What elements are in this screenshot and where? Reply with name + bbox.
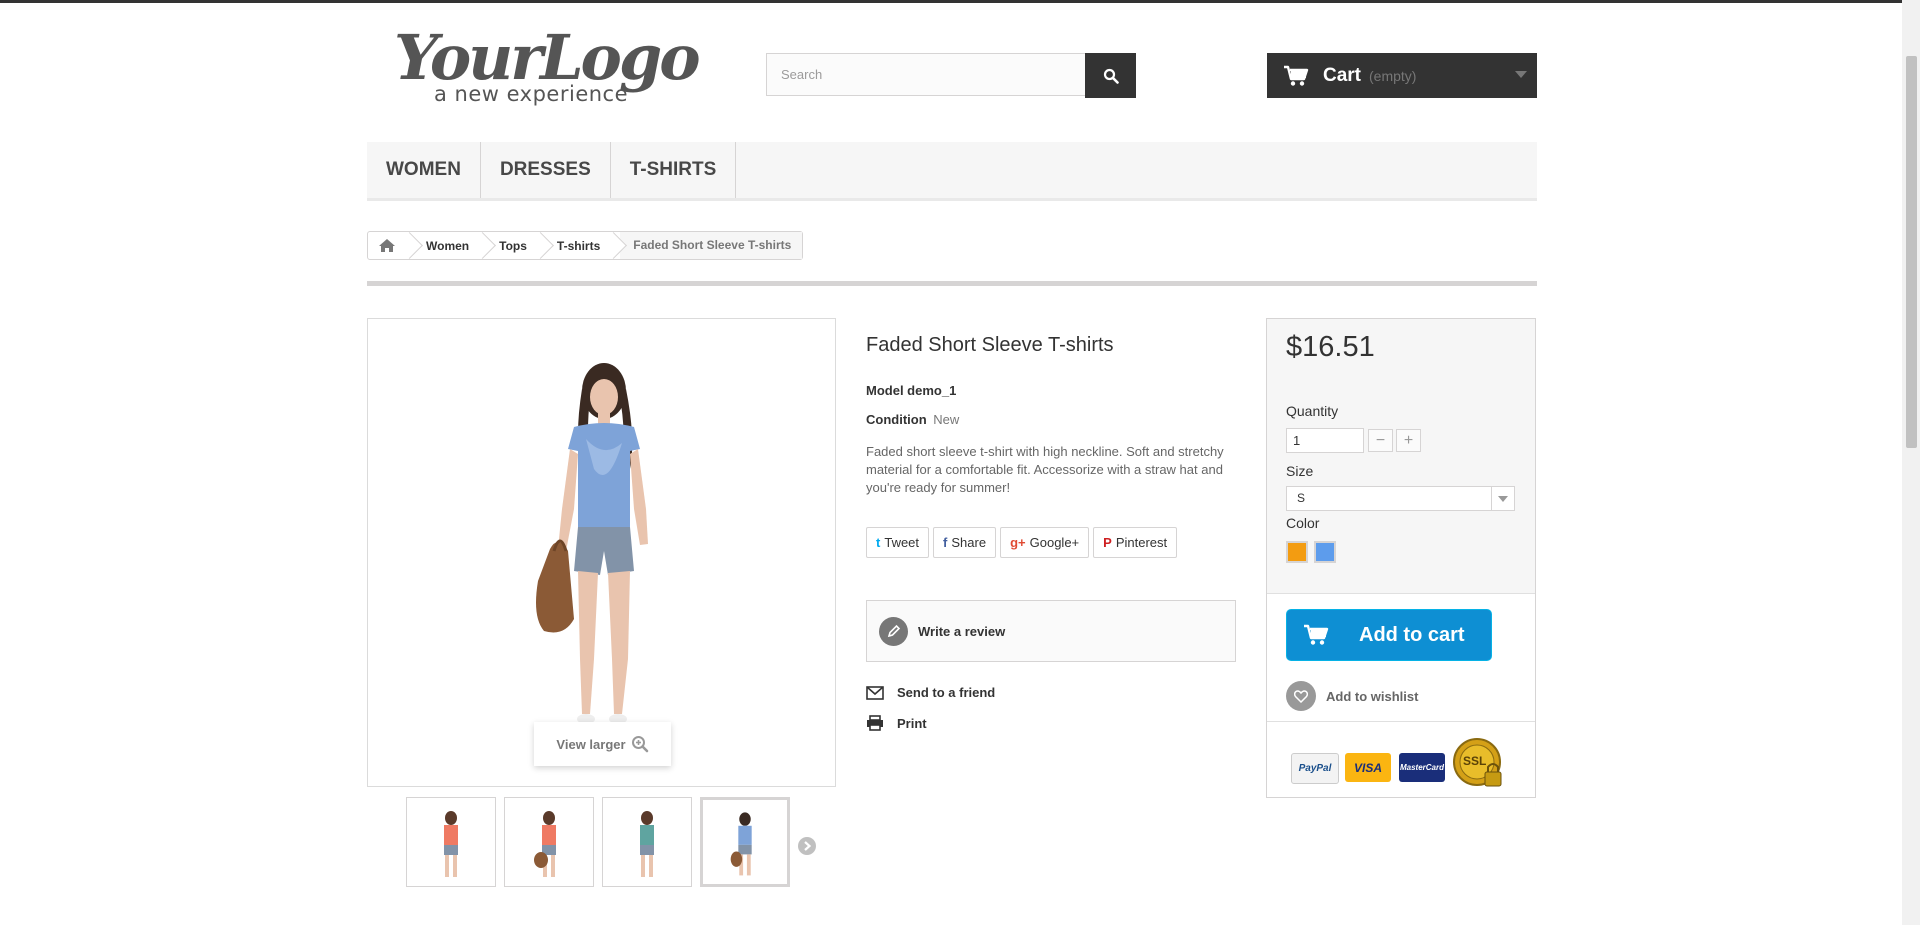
color-swatch-blue[interactable] — [1314, 541, 1336, 563]
paypal-logo: PayPal — [1291, 753, 1339, 784]
size-select[interactable]: S — [1286, 486, 1515, 511]
cart-label: Cart — [1323, 64, 1362, 86]
product-description: Faded short sleeve t-shirt with high nec… — [866, 444, 1224, 495]
view-larger-button[interactable]: View larger — [534, 722, 671, 766]
breadcrumb-current: Faded Short Sleeve T-shirts — [620, 232, 803, 259]
breadcrumb-separator — [610, 232, 620, 259]
product-model: Model demo_1 — [866, 383, 957, 398]
twitter-icon: t — [876, 535, 881, 550]
thumbnail-image — [444, 811, 458, 877]
thumbnail-1[interactable] — [406, 797, 496, 887]
menu-item-tshirts[interactable]: T-shirts — [611, 142, 737, 198]
select-arrow — [1491, 487, 1514, 510]
home-icon — [379, 239, 395, 252]
breadcrumb-separator — [479, 232, 489, 259]
pinterest-icon: P — [1103, 535, 1112, 550]
share-button[interactable]: f Share — [933, 527, 997, 558]
google-plus-icon: g+ — [1010, 535, 1026, 550]
product-options: Quantity 1 − + Size S Color — [1267, 383, 1535, 594]
zoom-in-icon — [631, 736, 648, 753]
logo-tagline: a new experience — [434, 82, 629, 106]
visa-logo: VISA — [1345, 753, 1391, 782]
chevron-down-icon — [1498, 496, 1508, 502]
product-condition: Condition New — [866, 412, 959, 427]
thumbnail-2[interactable] — [504, 797, 594, 887]
heart-icon — [1286, 681, 1316, 711]
section-divider — [367, 281, 1537, 286]
view-larger-label: View larger — [556, 736, 626, 752]
ssl-seal: SSL — [1453, 736, 1502, 788]
add-to-wishlist-link[interactable]: Add to wishlist — [1286, 681, 1418, 711]
add-to-cart-label: Add to cart — [1359, 623, 1465, 646]
pinterest-button[interactable]: P Pinterest — [1093, 527, 1178, 558]
condition-value: New — [933, 412, 960, 427]
write-review-button[interactable]: Write a review — [866, 600, 1236, 662]
quantity-minus-button[interactable]: − — [1368, 429, 1393, 452]
write-review-label: Write a review — [918, 623, 1006, 639]
cart-dropdown[interactable]: Cart (empty) — [1267, 53, 1537, 98]
print-label: Print — [897, 715, 927, 731]
google-plus-button[interactable]: g+ Google+ — [1000, 527, 1090, 558]
buy-box: $16.51 Quantity 1 − + Size S Color Add t… — [1266, 318, 1536, 798]
send-to-friend-label: Send to a friend — [897, 685, 996, 700]
payment-logos: PayPal VISA MasterCard SSL — [1267, 721, 1535, 798]
condition-label: Condition — [866, 412, 927, 427]
thumbnail-image — [730, 812, 752, 876]
size-label: Size — [1286, 463, 1314, 479]
share-label: Share — [951, 535, 987, 550]
search-input[interactable] — [766, 53, 1086, 96]
thumbnail-3[interactable] — [602, 797, 692, 887]
search-icon — [1103, 68, 1119, 84]
price-box: $16.51 — [1267, 319, 1535, 384]
mastercard-logo: MasterCard — [1399, 753, 1445, 782]
facebook-icon: f — [943, 535, 948, 550]
product-title: Faded Short Sleeve T-shirts — [866, 334, 1114, 356]
chevron-down-icon — [1515, 71, 1527, 78]
thumbnail-image — [534, 811, 556, 877]
menu-item-women[interactable]: Women — [367, 142, 481, 198]
pencil-icon — [879, 616, 908, 646]
product-price: $16.51 — [1286, 331, 1375, 363]
print-icon — [867, 715, 883, 731]
cart-icon — [1304, 624, 1329, 645]
menu-item-dresses[interactable]: Dresses — [481, 142, 611, 198]
send-to-friend-link[interactable]: Send to a friend — [866, 685, 995, 700]
color-label: Color — [1286, 515, 1320, 531]
breadcrumb-separator — [406, 232, 416, 259]
scrollbar-thumb[interactable] — [1906, 56, 1917, 448]
product-photo — [536, 363, 648, 724]
tweet-label: Tweet — [884, 535, 920, 550]
cart-status: (empty) — [1369, 67, 1417, 84]
thumbnail-4[interactable] — [700, 797, 790, 887]
google-plus-label: Google+ — [1029, 535, 1080, 550]
search-button[interactable] — [1085, 53, 1136, 98]
color-swatch-orange[interactable] — [1286, 541, 1308, 563]
add-to-wishlist-label: Add to wishlist — [1326, 688, 1419, 704]
product-main-image[interactable]: View larger — [367, 318, 836, 787]
site-logo[interactable]: YourLogo a new experience — [392, 24, 701, 112]
main-menu: Women Dresses T-shirts — [367, 142, 1537, 201]
print-link[interactable]: Print — [866, 715, 927, 731]
thumbnail-next-icon[interactable] — [798, 837, 816, 855]
tweet-button[interactable]: t Tweet — [866, 527, 930, 558]
pinterest-label: Pinterest — [1115, 535, 1168, 550]
ssl-label: SSL — [1463, 754, 1487, 768]
breadcrumb: Women Tops T-shirts Faded Short Sleeve T… — [367, 231, 804, 260]
add-to-cart-button[interactable]: Add to cart — [1286, 609, 1492, 661]
quantity-plus-button[interactable]: + — [1396, 429, 1421, 452]
cart-icon — [1284, 65, 1309, 86]
quantity-label: Quantity — [1286, 403, 1339, 419]
size-value: S — [1297, 491, 1306, 505]
top-border — [0, 0, 1920, 3]
envelope-icon — [866, 685, 884, 700]
breadcrumb-separator — [537, 232, 547, 259]
thumbnail-image — [640, 811, 654, 877]
social-share-buttons: t Tweet f Share g+ Google+ P Pinterest — [866, 527, 1181, 558]
search-form — [766, 53, 1136, 98]
quantity-input[interactable]: 1 — [1286, 428, 1364, 453]
